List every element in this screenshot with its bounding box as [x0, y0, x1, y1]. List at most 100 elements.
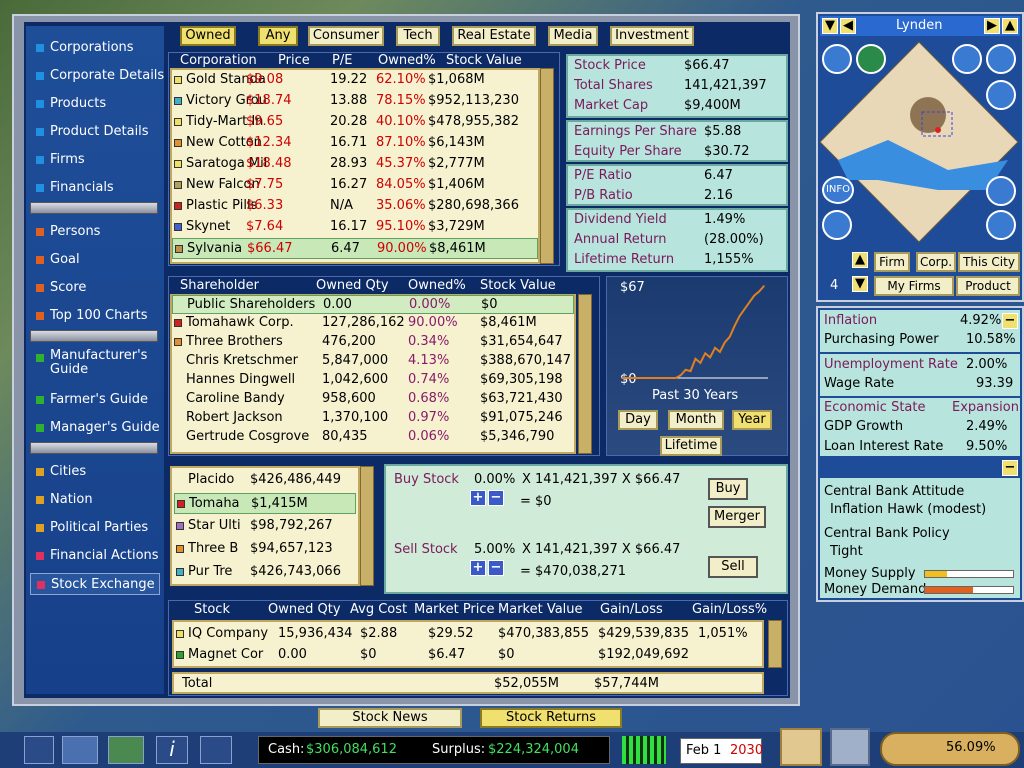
corp-row[interactable]: Tidy-Mart In $9.65 20.28 40.10% $478,955,382 [172, 112, 538, 133]
nav-stock-exchange[interactable]: Stock Exchange [30, 573, 160, 595]
sell-button[interactable]: Sell [708, 556, 758, 578]
tower-icon[interactable] [822, 210, 852, 240]
period-day-button[interactable]: Day [618, 410, 658, 430]
corp-row[interactable]: Plastic Pills $6.33 N/A 35.06% $280,698,366 [172, 196, 538, 217]
central-bank-collapse-button[interactable]: − [1002, 460, 1018, 476]
city-prev-first-button[interactable]: ▼ [822, 18, 838, 34]
chart-bar-icon[interactable] [822, 44, 852, 74]
portfolio-row[interactable]: IQ Company 15,936,434 $2.88 $29.52 $470,383,… [174, 624, 762, 645]
speed-dial-icon[interactable] [200, 736, 232, 764]
filter-media-button[interactable]: Media [548, 26, 598, 46]
portfolio-header[interactable]: Market Price [414, 602, 495, 617]
corp-header[interactable]: Stock Value [446, 53, 522, 68]
nav-corporate-details[interactable]: Corporate Details [30, 65, 164, 87]
tab-down-arrow[interactable]: ▼ [852, 276, 868, 292]
sell-decrease-button[interactable]: − [488, 560, 504, 576]
pickaxe-tool-icon[interactable] [24, 736, 54, 764]
info-icon[interactable]: i [156, 736, 188, 764]
tab-corp[interactable]: Corp. [916, 252, 956, 272]
nav-financial-actions[interactable]: Financial Actions [30, 545, 160, 567]
shareholder-row[interactable]: Chris Kretschmer 5,847,000 4.13% $388,670,1… [172, 352, 574, 371]
nav-products[interactable]: Products [30, 93, 160, 115]
tab-this-city[interactable]: This City [958, 252, 1020, 272]
world-map-icon[interactable] [108, 736, 144, 764]
portfolio-header[interactable]: Owned Qty [268, 602, 341, 617]
corp-header[interactable]: P/E [332, 53, 352, 68]
wrench-icon[interactable] [986, 80, 1016, 110]
filter-owned-button[interactable]: Owned [180, 26, 236, 46]
speed-meter[interactable] [622, 736, 666, 764]
tab-firm[interactable]: Firm [874, 252, 910, 272]
dollar-icon[interactable] [856, 44, 886, 74]
corp-row[interactable]: New Falcon $7.75 16.27 84.05% $1,406M [172, 175, 538, 196]
merger-button[interactable]: Merger [708, 506, 766, 528]
corp-row[interactable]: Victory Grou $18.74 13.88 78.15% $952,113,23… [172, 91, 538, 112]
portfolio-row[interactable]: Magnet Cor 0.00 $0 $6.47 $0 $192,049,692 [174, 645, 762, 666]
holders-list-scrollbar[interactable] [360, 466, 374, 586]
shareholder-row[interactable]: Caroline Bandy 958,600 0.68% $63,721,430 [172, 390, 574, 409]
portfolio-header[interactable]: Stock [194, 602, 230, 617]
period-lifetime-button[interactable]: Lifetime [660, 436, 722, 456]
shareholder-table-scrollbar[interactable] [578, 294, 592, 454]
holder-row[interactable]: Three B $94,657,123 [174, 539, 356, 560]
nav-nation[interactable]: Nation [30, 489, 160, 511]
corp-row[interactable]: Sylvania $66.47 6.47 90.00% $8,461M [172, 238, 538, 259]
nav-manager-s-guide[interactable]: Manager's Guide [30, 417, 160, 439]
portfolio-header[interactable]: Avg Cost [350, 602, 407, 617]
nav-product-details[interactable]: Product Details [30, 121, 160, 143]
shareholder-header[interactable]: Shareholder [180, 278, 259, 293]
holder-row[interactable]: Tomaha $1,415M [174, 493, 356, 514]
holder-row[interactable]: Pur Tre $426,743,066 [174, 562, 356, 583]
stock-news-tab[interactable]: Stock News [318, 708, 462, 728]
sell-increase-button[interactable]: + [470, 560, 486, 576]
period-year-button[interactable]: Year [732, 410, 772, 430]
filter-any-button[interactable]: Any [258, 26, 298, 46]
nav-score[interactable]: Score [30, 277, 160, 299]
nav-corporations[interactable]: Corporations [30, 37, 160, 59]
shareholder-header[interactable]: Stock Value [480, 278, 556, 293]
buy-decrease-button[interactable]: − [488, 490, 504, 506]
portfolio-header[interactable]: Gain/Loss [600, 602, 663, 617]
nav-manufacturer-s-guide[interactable]: Manufacturer's Guide [30, 347, 160, 379]
inflation-collapse-button[interactable]: − [1002, 313, 1018, 329]
building-icon[interactable] [986, 176, 1016, 206]
tab-my-firms[interactable]: My Firms [874, 276, 954, 296]
shareholder-row[interactable]: Three Brothers 476,200 0.34% $31,654,647 [172, 333, 574, 352]
grid-map-icon[interactable] [62, 736, 98, 764]
city-buildings-icon[interactable] [830, 728, 870, 766]
factory-icon[interactable] [986, 210, 1016, 240]
stock-returns-tab[interactable]: Stock Returns [480, 708, 622, 728]
tab-product[interactable]: Product [956, 276, 1020, 296]
shareholder-header[interactable]: Owned% [408, 278, 466, 293]
nav-firms[interactable]: Firms [30, 149, 160, 171]
holder-row[interactable]: Star Ulti $98,792,267 [174, 516, 356, 537]
nav-top-100-charts[interactable]: Top 100 Charts [30, 305, 160, 327]
nav-persons[interactable]: Persons [30, 221, 160, 243]
portfolio-header[interactable]: Market Value [498, 602, 583, 617]
shareholder-row[interactable]: Hannes Dingwell 1,042,600 0.74% $69,305,198 [172, 371, 574, 390]
nav-financials[interactable]: Financials [30, 177, 160, 199]
corp-header[interactable]: Price [278, 53, 310, 68]
shareholder-row[interactable]: Robert Jackson 1,370,100 0.97% $91,075,246 [172, 409, 574, 428]
nav-cities[interactable]: Cities [30, 461, 160, 483]
line-chart-icon[interactable] [952, 44, 982, 74]
corp-row[interactable]: Gold Standa $9.08 19.22 62.10% $1,068M [172, 70, 538, 91]
city-next-button[interactable]: ▶ [984, 18, 1000, 34]
shareholder-row[interactable]: Public Shareholders 0.00 0.00% $0 [172, 295, 574, 314]
filter-consumer-button[interactable]: Consumer [308, 26, 384, 46]
city-prev-button[interactable]: ◀ [840, 18, 856, 34]
filter-investment-button[interactable]: Investment [610, 26, 694, 46]
capitol-icon[interactable] [780, 728, 822, 766]
holder-row[interactable]: Placido $426,486,449 [174, 470, 356, 491]
filter-real-estate-button[interactable]: Real Estate [452, 26, 536, 46]
shareholder-header[interactable]: Owned Qty [316, 278, 389, 293]
shareholder-row[interactable]: Tomahawk Corp. 127,286,162 90.00% $8,461M [172, 314, 574, 333]
corp-header[interactable]: Owned% [378, 53, 436, 68]
portfolio-scrollbar[interactable] [768, 620, 782, 668]
info-button[interactable]: INFO [822, 176, 854, 204]
corp-row[interactable]: New Cotton $12.34 16.71 87.10% $6,143M [172, 133, 538, 154]
nav-goal[interactable]: Goal [30, 249, 160, 271]
buy-button[interactable]: Buy [708, 478, 748, 500]
shareholder-row[interactable]: Gertrude Cosgrove 80,435 0.06% $5,346,790 [172, 428, 574, 447]
corporation-table-scrollbar[interactable] [540, 68, 554, 264]
